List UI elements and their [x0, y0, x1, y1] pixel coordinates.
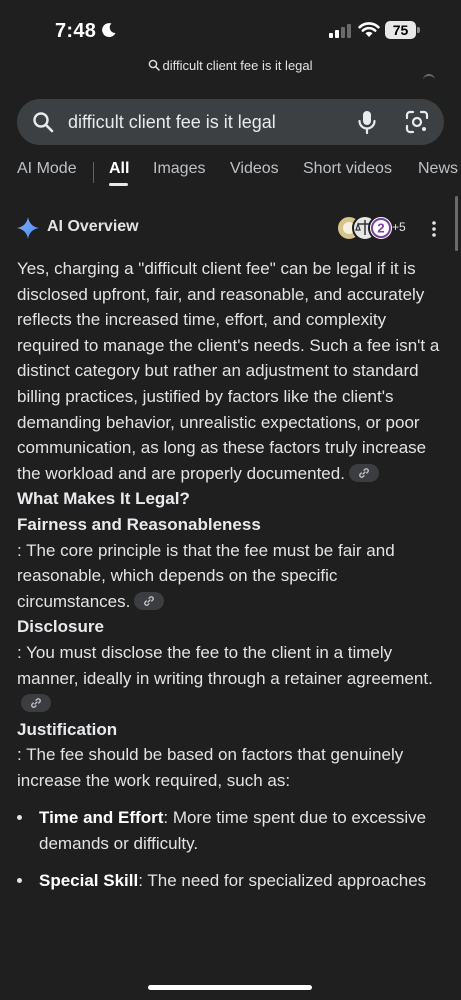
source-avatar-icon: 2	[368, 215, 394, 241]
overview-intro: Yes, charging a "difficult client fee" c…	[17, 256, 447, 486]
gemini-sparkle-icon	[17, 217, 39, 239]
search-icon	[149, 59, 161, 71]
tab-short-videos[interactable]: Short videos	[303, 160, 392, 178]
tab-images[interactable]: Images	[153, 160, 205, 178]
source-link-chip[interactable]	[134, 591, 165, 610]
bullet-term: Time and Effort	[39, 808, 164, 828]
url-text: difficult client fee is it legal	[162, 58, 313, 73]
item-text-fairness: : The core principle is that the fee mus…	[17, 538, 447, 615]
svg-text:2: 2	[377, 221, 384, 236]
justification-list: Time and Effort: More time spent due to …	[17, 805, 447, 893]
bullet-term: Special Skill	[39, 870, 139, 890]
item-text: : You must disclose the fee to the clien…	[17, 642, 433, 688]
search-input[interactable]	[68, 109, 338, 135]
tab-news[interactable]: News	[418, 160, 458, 178]
wifi-icon	[358, 22, 380, 37]
tab-videos[interactable]: Videos	[230, 160, 279, 178]
ai-overview-header: AI Overview 2 +5	[0, 214, 461, 242]
item-heading-justification: Justification	[17, 719, 118, 739]
tab-divider	[93, 162, 94, 183]
list-item: Special Skill: The need for specialized …	[17, 868, 447, 894]
more-sources-count[interactable]: +5	[392, 220, 406, 234]
status-time: 7:48	[55, 20, 97, 42]
bullet-text: : The need for specialized approaches	[138, 870, 427, 890]
profile-edge	[423, 74, 435, 82]
item-heading-disclosure: Disclosure	[17, 617, 104, 637]
search-icon	[33, 112, 54, 133]
cellular-signal-icon	[329, 24, 351, 38]
tab-ai-mode[interactable]: AI Mode	[17, 160, 77, 178]
moon-icon	[102, 23, 116, 38]
ai-overview-title: AI Overview	[47, 218, 139, 235]
battery-level: 75	[392, 22, 409, 38]
item-text: : The core principle is that the fee mus…	[17, 540, 395, 611]
section-heading: What Makes It Legal?	[17, 489, 190, 509]
more-options-icon[interactable]	[428, 220, 440, 238]
search-bar[interactable]	[17, 99, 444, 145]
source-link-chip[interactable]	[348, 463, 379, 482]
battery-icon: 75	[385, 21, 421, 39]
link-icon	[144, 595, 155, 606]
ai-overview-content: Yes, charging a "difficult client fee" c…	[17, 256, 447, 904]
active-tab-indicator	[109, 183, 128, 186]
item-text-justification: : The fee should be based on factors tha…	[17, 745, 404, 790]
google-lens-icon[interactable]	[405, 110, 429, 134]
overview-intro-text: Yes, charging a "difficult client fee" c…	[17, 259, 440, 483]
search-tabs: AI Mode All Images Videos Short videos N…	[0, 160, 461, 186]
list-item: Time and Effort: More time spent due to …	[17, 805, 447, 856]
link-icon	[31, 698, 41, 708]
tab-all[interactable]: All	[109, 160, 129, 178]
microphone-icon[interactable]	[356, 110, 378, 134]
source-link-chip[interactable]	[21, 694, 51, 713]
link-icon	[359, 467, 369, 478]
item-heading-fairness: Fairness and Reasonableness	[17, 514, 261, 534]
source-avatars[interactable]: 2	[336, 215, 396, 241]
url-bar[interactable]: difficult client fee is it legal	[0, 58, 461, 76]
home-indicator[interactable]	[148, 985, 312, 990]
item-text-disclosure: : You must disclose the fee to the clien…	[17, 640, 447, 717]
status-bar: 7:48 75	[0, 0, 461, 58]
